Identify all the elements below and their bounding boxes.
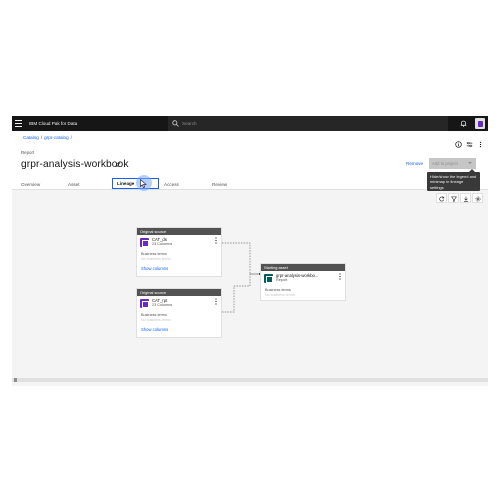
search-placeholder: Search: [182, 121, 197, 126]
breadcrumb-separator: /: [70, 135, 72, 140]
horizontal-scrollbar[interactable]: [12, 378, 488, 382]
search-icon: [172, 120, 179, 127]
overflow-menu-icon[interactable]: [215, 298, 217, 305]
asset-header: Catalog / grpr-catalog / Report grpr-analys…: [12, 131, 488, 191]
tab-review[interactable]: Review: [212, 180, 227, 189]
chevron-down-icon: [468, 162, 472, 164]
page-title: grpr-analysis-workbook: [21, 159, 129, 170]
brand-name[interactable]: IBM Cloud Pak for Data: [29, 119, 77, 128]
show-columns-link[interactable]: Show columns: [141, 266, 168, 271]
lineage-node-source-2[interactable]: Original source CAT_rpt 23 Columns Busin…: [136, 288, 222, 338]
show-columns-link[interactable]: Show columns: [141, 327, 168, 332]
node-subtitle: 23 Columns: [152, 242, 173, 246]
breadcrumb-catalog[interactable]: Catalog: [23, 135, 39, 140]
business-terms-value: No business terms: [265, 293, 295, 297]
user-avatar[interactable]: [475, 118, 485, 129]
download-button[interactable]: [460, 193, 471, 203]
business-terms-value: No business terms: [141, 257, 171, 261]
asset-type-label: Report: [21, 150, 35, 155]
node-subtitle: Report: [276, 278, 288, 282]
tab-access[interactable]: Access: [164, 180, 179, 189]
mouse-pointer-icon: [140, 179, 147, 188]
lineage-node-starting-asset[interactable]: Starting asset grpr-analysis-workbo... R…: [260, 263, 346, 301]
add-to-project-button[interactable]: Add to project: [429, 158, 476, 169]
data-asset-icon: [140, 299, 149, 308]
download-icon: [463, 196, 469, 202]
info-icon[interactable]: [455, 135, 462, 148]
notification-icon[interactable]: [460, 120, 467, 127]
tab-asset[interactable]: Asset: [68, 180, 80, 189]
tab-list: Overview Asset Lineage Access Review: [12, 175, 488, 191]
overflow-menu-icon[interactable]: [477, 135, 484, 148]
gear-icon: [475, 196, 481, 201]
app-window: IBM Cloud Pak for Data Search Catalog / gr…: [12, 116, 488, 386]
overflow-menu-icon[interactable]: [339, 273, 341, 280]
edit-icon[interactable]: [115, 161, 121, 167]
lineage-edge: [222, 273, 260, 313]
node-type-label: Original source: [137, 228, 221, 235]
add-to-project-label: Add to project: [432, 161, 458, 166]
search-input[interactable]: Search: [168, 116, 448, 131]
breadcrumb: Catalog / grpr-catalog /: [23, 133, 74, 142]
data-asset-icon: [140, 238, 149, 247]
lineage-edge: [222, 242, 260, 275]
filter-button[interactable]: [448, 193, 459, 203]
lineage-settings-tooltip: Hide/show the legend and minimap in line…: [427, 169, 480, 191]
header-actions: [455, 135, 484, 148]
report-icon: [264, 274, 273, 283]
business-terms-value: No business terms: [141, 318, 171, 322]
lineage-settings-button[interactable]: [472, 193, 483, 203]
node-type-label: Original source: [137, 289, 221, 296]
node-subtitle: 23 Columns: [152, 303, 173, 307]
reset-view-button[interactable]: [436, 193, 447, 203]
lineage-edges: [222, 242, 261, 313]
menu-icon[interactable]: [15, 120, 22, 127]
remove-button[interactable]: Remove: [406, 159, 423, 168]
breadcrumb-catalog-name[interactable]: grpr-catalog: [44, 135, 69, 140]
reset-icon: [439, 195, 445, 201]
tab-overview[interactable]: Overview: [21, 180, 40, 189]
settings-icon[interactable]: [466, 135, 473, 148]
overflow-menu-icon[interactable]: [215, 237, 217, 244]
filter-icon: [451, 196, 457, 202]
lineage-canvas[interactable]: Original source CAT_ds 23 Columns Busine…: [12, 206, 488, 382]
top-bar: IBM Cloud Pak for Data Search: [12, 116, 488, 131]
lineage-node-source-1[interactable]: Original source CAT_ds 23 Columns Busine…: [136, 227, 222, 277]
node-type-label: Starting asset: [261, 264, 345, 271]
lineage-toolbar: [436, 193, 483, 203]
